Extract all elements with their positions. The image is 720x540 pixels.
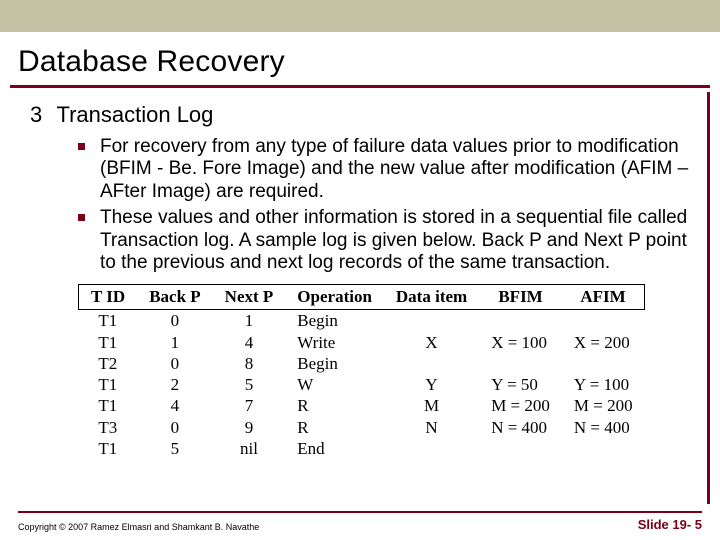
outline-number: 3 xyxy=(30,102,52,128)
slide-footer: Copyright © 2007 Ramez Elmasri and Shamk… xyxy=(18,511,702,532)
table-row: T1 5 nil End xyxy=(79,438,645,459)
bullet-item: These values and other information is st… xyxy=(78,207,690,274)
col-header: Back P xyxy=(137,285,212,310)
col-header: T ID xyxy=(79,285,138,310)
slide-title: Database Recovery xyxy=(0,33,720,85)
col-header: AFIM xyxy=(562,285,645,310)
table-row: T1 4 7 R M M = 200 M = 200 xyxy=(79,395,645,416)
slide-number: Slide 19- 5 xyxy=(638,517,702,532)
table-row: T3 0 9 R N N = 400 N = 400 xyxy=(79,417,645,438)
table-row: T2 0 8 Begin xyxy=(79,353,645,374)
bullet-item: For recovery from any type of failure da… xyxy=(78,136,690,203)
table-row: T1 0 1 Begin xyxy=(79,310,645,332)
col-header: BFIM xyxy=(479,285,562,310)
col-header: Operation xyxy=(285,285,384,310)
copyright-text: Copyright © 2007 Ramez Elmasri and Shamk… xyxy=(18,522,259,532)
slide-content: 3 Transaction Log For recovery from any … xyxy=(0,88,720,459)
bullet-list: For recovery from any type of failure da… xyxy=(78,136,690,274)
transaction-log-table: T ID Back P Next P Operation Data item B… xyxy=(78,284,645,459)
table-row: T1 2 5 W Y Y = 50 Y = 100 xyxy=(79,374,645,395)
table-row: T1 1 4 Write X X = 100 X = 200 xyxy=(79,332,645,353)
col-header: Next P xyxy=(213,285,286,310)
top-color-bar xyxy=(0,0,720,33)
col-header: Data item xyxy=(384,285,479,310)
right-accent-bar xyxy=(707,92,710,504)
table-header-row: T ID Back P Next P Operation Data item B… xyxy=(79,285,645,310)
outline-label: Transaction Log xyxy=(56,102,213,128)
